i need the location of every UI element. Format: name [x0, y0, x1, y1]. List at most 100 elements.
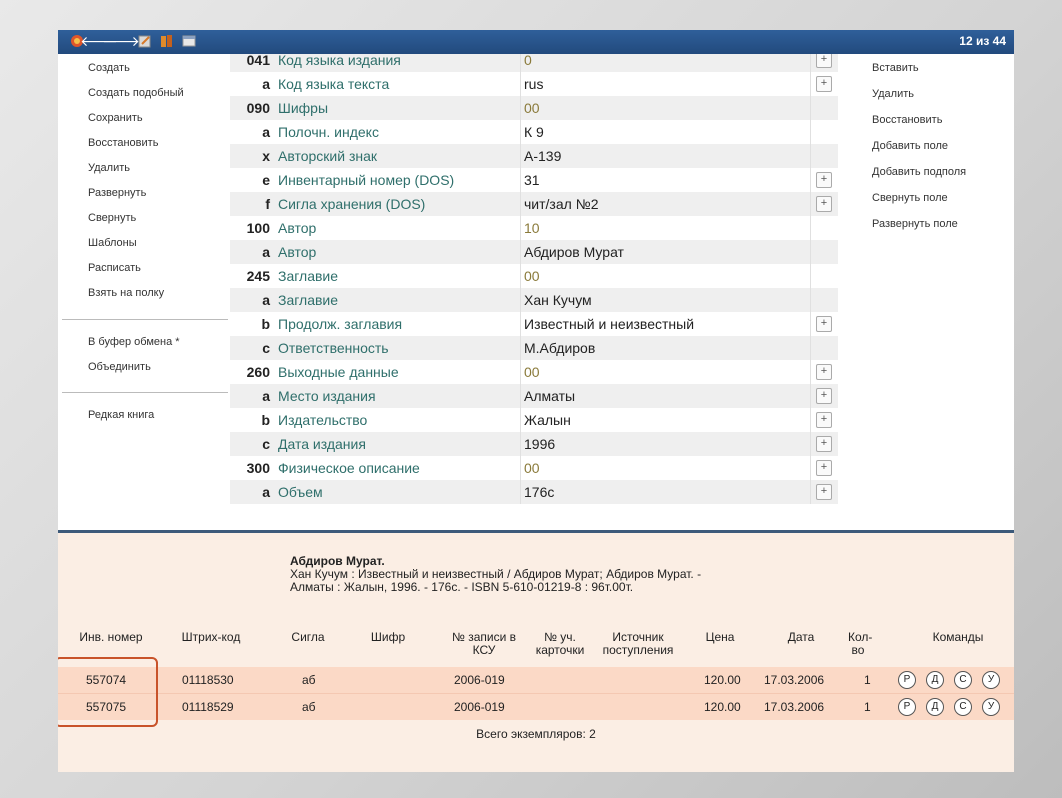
add-repeat-icon[interactable]: +	[816, 316, 832, 332]
edit-icon[interactable]	[138, 34, 152, 48]
menu-add-subfields[interactable]: Добавить подполя	[872, 166, 966, 178]
command-u-button[interactable]: У	[982, 671, 1000, 689]
marc-field-name[interactable]: Инвентарный номер (DOS)	[278, 172, 454, 188]
command-u-button[interactable]: У	[982, 698, 1000, 716]
marc-row[interactable]: c Дата издания 1996 +	[230, 432, 838, 456]
marc-row[interactable]: b Продолж. заглавия Известный и неизвестны…	[230, 312, 838, 336]
marc-field-name[interactable]: Автор	[278, 220, 316, 236]
marc-row[interactable]: e Инвентарный номер (DOS) 31 +	[230, 168, 838, 192]
menu-delete[interactable]: Удалить	[88, 162, 130, 174]
menu-add-field[interactable]: Добавить поле	[872, 140, 948, 152]
marc-field-name[interactable]: Дата издания	[278, 436, 366, 452]
marc-row[interactable]: a Код языка текста rus +	[230, 72, 838, 96]
add-repeat-icon[interactable]: +	[816, 388, 832, 404]
marc-row[interactable]: 300 Физическое описание 00 +	[230, 456, 838, 480]
marc-field-name[interactable]: Полочн. индекс	[278, 124, 379, 140]
marc-field-value[interactable]: Хан Кучум	[524, 292, 592, 308]
add-repeat-icon[interactable]: +	[816, 412, 832, 428]
menu-delete-field[interactable]: Удалить	[872, 88, 914, 100]
marc-field-value[interactable]: Алматы	[524, 388, 575, 404]
marc-field-value[interactable]: 31	[524, 172, 540, 188]
marc-row[interactable]: b Издательство Жалын +	[230, 408, 838, 432]
menu-expand[interactable]: Развернуть	[88, 187, 146, 199]
menu-merge[interactable]: Объединить	[88, 361, 151, 373]
marc-field-value[interactable]: 176с	[524, 484, 554, 500]
menu-create[interactable]: Создать	[88, 62, 130, 74]
window-icon[interactable]	[182, 34, 196, 48]
add-repeat-icon[interactable]: +	[816, 76, 832, 92]
marc-field-name[interactable]: Код языка издания	[278, 54, 401, 68]
add-repeat-icon[interactable]: +	[816, 54, 832, 68]
menu-collapse[interactable]: Свернуть	[88, 212, 136, 224]
marc-field-name[interactable]: Издательство	[278, 412, 367, 428]
marc-field-value[interactable]: rus	[524, 76, 543, 92]
add-repeat-icon[interactable]: +	[816, 484, 832, 500]
command-s-button[interactable]: С	[954, 671, 972, 689]
marc-row[interactable]: x Авторский знак А-139	[230, 144, 838, 168]
menu-to-clipboard[interactable]: В буфер обмена *	[88, 336, 180, 348]
command-d-button[interactable]: Д	[926, 671, 944, 689]
marc-field-value[interactable]: 0	[524, 54, 532, 68]
marc-field-value[interactable]: А-139	[524, 148, 561, 164]
marc-row[interactable]: a Полочн. индекс К 9	[230, 120, 838, 144]
marc-field-value[interactable]: М.Абдиров	[524, 340, 595, 356]
marc-row[interactable]: c Ответственность М.Абдиров	[230, 336, 838, 360]
menu-take-to-shelf[interactable]: Взять на полку	[88, 287, 164, 299]
menu-create-similar[interactable]: Создать подобный	[88, 87, 184, 99]
menu-restore[interactable]: Восстановить	[88, 137, 158, 149]
command-s-button[interactable]: С	[954, 698, 972, 716]
marc-field-name[interactable]: Объем	[278, 484, 323, 500]
marc-field-value[interactable]: 00	[524, 100, 540, 116]
marc-field-value[interactable]: Жалын	[524, 412, 571, 428]
marc-field-value[interactable]: 10	[524, 220, 540, 236]
command-p-button[interactable]: Р	[898, 671, 916, 689]
menu-restore-field[interactable]: Восстановить	[872, 114, 942, 126]
marc-row[interactable]: f Сигла хранения (DOS) чит/зал №2 +	[230, 192, 838, 216]
marc-field-value[interactable]: Абдиров Мурат	[524, 244, 624, 260]
menu-expand-field[interactable]: Развернуть поле	[872, 218, 958, 230]
menu-describe[interactable]: Расписать	[88, 262, 141, 274]
marc-field-value[interactable]: 00	[524, 460, 540, 476]
marc-field-name[interactable]: Место издания	[278, 388, 376, 404]
marc-field-name[interactable]: Физическое описание	[278, 460, 420, 476]
marc-field-name[interactable]: Авторский знак	[278, 148, 377, 164]
add-repeat-icon[interactable]: +	[816, 172, 832, 188]
marc-field-name[interactable]: Продолж. заглавия	[278, 316, 402, 332]
marc-row[interactable]: a Место издания Алматы +	[230, 384, 838, 408]
marc-field-value[interactable]: К 9	[524, 124, 544, 140]
command-p-button[interactable]: Р	[898, 698, 916, 716]
add-repeat-icon[interactable]: +	[816, 436, 832, 452]
add-repeat-icon[interactable]: +	[816, 460, 832, 476]
menu-insert[interactable]: Вставить	[872, 62, 919, 74]
marc-field-name[interactable]: Выходные данные	[278, 364, 399, 380]
marc-field-value[interactable]: 1996	[524, 436, 555, 452]
marc-row[interactable]: 041 Код языка издания 0 +	[230, 54, 838, 72]
menu-save[interactable]: Сохранить	[88, 112, 143, 124]
command-d-button[interactable]: Д	[926, 698, 944, 716]
marc-row[interactable]: 260 Выходные данные 00 +	[230, 360, 838, 384]
menu-templates[interactable]: Шаблоны	[88, 237, 137, 249]
marc-field-name[interactable]: Автор	[278, 244, 316, 260]
books-icon[interactable]	[160, 34, 174, 48]
marc-field-value[interactable]: 00	[524, 268, 540, 284]
marc-field-name[interactable]: Заглавие	[278, 292, 338, 308]
forward-arrow-icon[interactable]: 🡒	[102, 33, 140, 49]
marc-row[interactable]: a Заглавие Хан Кучум	[230, 288, 838, 312]
marc-row[interactable]: 100 Автор 10	[230, 216, 838, 240]
marc-row[interactable]: 090 Шифры 00	[230, 96, 838, 120]
marc-field-name[interactable]: Ответственность	[278, 340, 389, 356]
marc-field-name[interactable]: Код языка текста	[278, 76, 389, 92]
add-repeat-icon[interactable]: +	[816, 196, 832, 212]
add-repeat-icon[interactable]: +	[816, 364, 832, 380]
marc-row[interactable]: a Объем 176с +	[230, 480, 838, 504]
menu-rare-book[interactable]: Редкая книга	[88, 409, 154, 421]
marc-field-name[interactable]: Заглавие	[278, 268, 338, 284]
marc-row[interactable]: 245 Заглавие 00	[230, 264, 838, 288]
marc-field-value[interactable]: Известный и неизвестный	[524, 316, 694, 332]
marc-field-value[interactable]: чит/зал №2	[524, 196, 598, 212]
menu-collapse-field[interactable]: Свернуть поле	[872, 192, 948, 204]
marc-field-value[interactable]: 00	[524, 364, 540, 380]
marc-field-name[interactable]: Шифры	[278, 100, 328, 116]
marc-field-name[interactable]: Сигла хранения (DOS)	[278, 196, 425, 212]
marc-row[interactable]: a Автор Абдиров Мурат	[230, 240, 838, 264]
